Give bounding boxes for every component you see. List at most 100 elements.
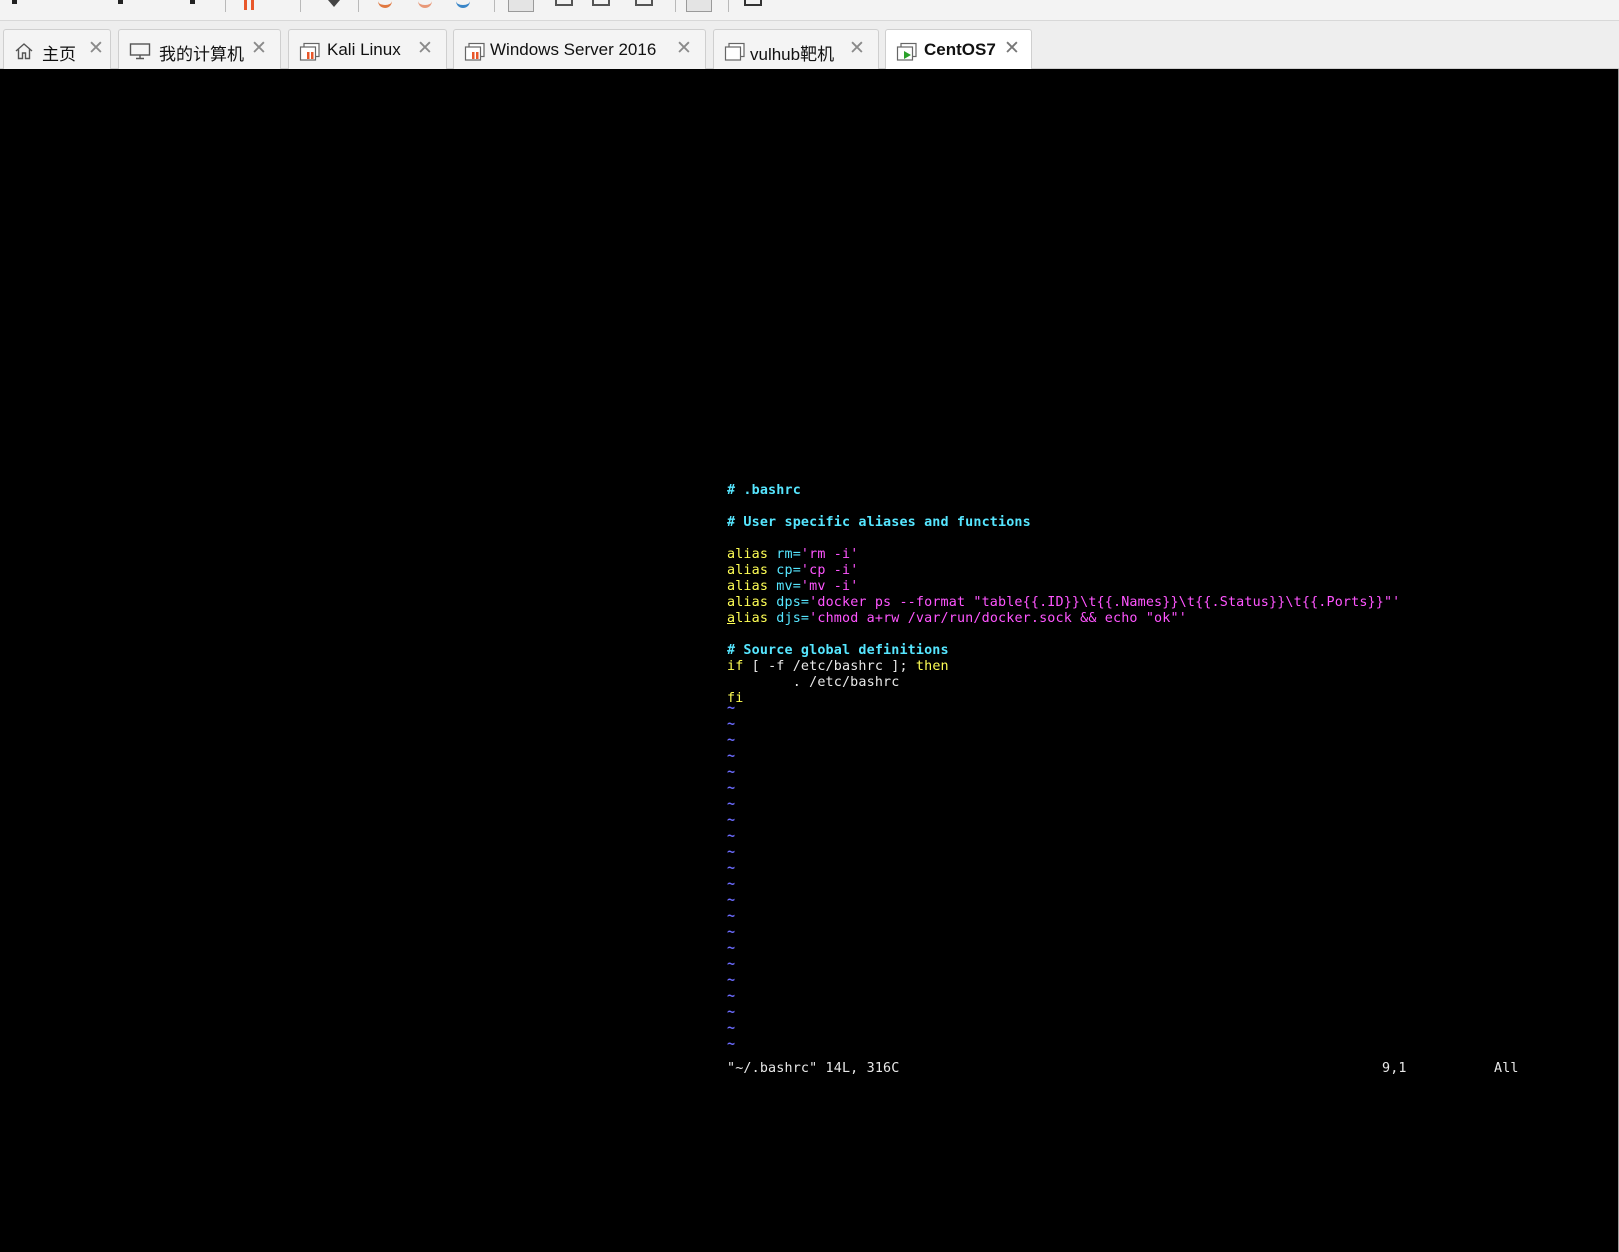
close-tab-icon[interactable]: ✕ [251, 39, 267, 58]
home-icon [14, 42, 34, 60]
tab-label: 主页 [42, 45, 76, 64]
menu-fragment-icon [190, 0, 195, 4]
keyword-text: alias [727, 595, 769, 610]
tab-vulhub[interactable]: vulhub靶机 ✕ [713, 29, 879, 69]
keyword-text: alias [727, 547, 769, 562]
toolbar-separator [300, 0, 301, 12]
comment-text: # Source global definitions [727, 643, 949, 658]
tilde-line: ~ [727, 1021, 736, 1036]
tab-label: Windows Server 2016 [490, 40, 657, 59]
plain-text: [ -f /etc/bashrc ]; [743, 659, 916, 674]
unity-icon[interactable] [635, 0, 653, 6]
snapshot-icon[interactable] [378, 0, 392, 8]
close-tab-icon[interactable]: ✕ [88, 39, 104, 58]
toolbar-separator [675, 0, 676, 12]
tab-label: Kali Linux [327, 40, 401, 59]
full-screen-icon[interactable] [592, 0, 610, 6]
pause-icon[interactable] [244, 0, 247, 10]
alias-value: 'chmod a+rw /var/run/docker.sock && echo… [809, 611, 1187, 626]
tab-label: vulhub靶机 [750, 45, 835, 64]
tilde-line: ~ [727, 733, 736, 748]
alias-name: dps= [776, 595, 810, 610]
cursor: a [727, 611, 736, 626]
tilde-line: ~ [727, 861, 736, 876]
send-keys-icon[interactable] [328, 0, 340, 7]
tilde-line: ~ [727, 941, 736, 956]
toolbar-separator [494, 0, 495, 12]
toolbar-separator [728, 0, 729, 12]
computer-icon [129, 42, 151, 60]
library-view-icon[interactable] [508, 0, 534, 12]
tilde-line: ~ [727, 749, 736, 764]
alias-value: 'cp -i' [800, 563, 859, 578]
close-tab-icon[interactable]: ✕ [1004, 39, 1020, 58]
terminal-line: if [ -f /etc/bashrc ]; then [727, 659, 949, 675]
tilde-line: ~ [727, 973, 736, 988]
keyword-text: lias [735, 611, 769, 626]
snapshot-manager-icon[interactable] [456, 0, 470, 8]
tab-my-computer[interactable]: 我的计算机 ✕ [118, 29, 281, 69]
tilde-line: ~ [727, 989, 736, 1004]
tab-label: CentOS7 [924, 40, 996, 59]
tilde-line: ~ [727, 909, 736, 924]
alias-value: 'rm -i' [800, 547, 859, 562]
tilde-line: ~ [727, 893, 736, 908]
terminal-line: . /etc/bashrc [727, 675, 900, 691]
revert-snapshot-icon[interactable] [418, 0, 432, 8]
tilde-line: ~ [727, 957, 736, 972]
alias-name: djs= [776, 611, 810, 626]
tilde-line: ~ [727, 781, 736, 796]
menu-fragment-icon [12, 0, 17, 4]
keyword-text: then [915, 659, 949, 674]
tilde-line: ~ [727, 829, 736, 844]
status-scroll: All [1494, 1061, 1519, 1077]
tilde-line: ~ [727, 701, 736, 716]
terminal-line: alias dps='docker ps --format "table{{.I… [727, 595, 1400, 611]
alias-name: rm= [776, 547, 801, 562]
tab-home[interactable]: 主页 ✕ [3, 29, 111, 69]
tab-label: 我的计算机 [159, 45, 244, 64]
status-position: 9,1 [1382, 1061, 1407, 1076]
vm-icon [724, 42, 745, 61]
tilde-line: ~ [727, 925, 736, 940]
comment-text: # .bashrc [727, 483, 801, 498]
terminal-line: # Source global definitions [727, 643, 949, 659]
vm-console[interactable]: # .bashrc # User specific aliases and fu… [0, 69, 1619, 1252]
stretch-guest-icon[interactable] [744, 0, 762, 6]
tilde-line: ~ [727, 877, 736, 892]
tilde-line: ~ [727, 765, 736, 780]
comment-text: # User specific aliases and functions [727, 515, 1031, 530]
alias-name: mv= [776, 579, 801, 594]
plain-text: . /etc/bashrc [727, 675, 900, 690]
close-tab-icon[interactable]: ✕ [676, 39, 692, 58]
status-file-info: "~/.bashrc" 14L, 316C [727, 1061, 900, 1076]
toolbar [0, 0, 1619, 21]
alias-name: cp= [776, 563, 801, 578]
status-line: "~/.bashrc" 14L, 316C [727, 1061, 899, 1077]
terminal-line: alias mv='mv -i' [727, 579, 858, 595]
vm-running-icon [896, 42, 917, 61]
tilde-line: ~ [727, 717, 736, 732]
alias-value: 'docker ps --format "table{{.ID}}\t{{.Na… [809, 595, 1401, 610]
tilde-line: ~ [727, 1037, 736, 1052]
status-all: All [1494, 1061, 1519, 1076]
tilde-line: ~ [727, 845, 736, 860]
vm-icon [299, 42, 320, 61]
keyword-text: alias [727, 563, 769, 578]
tab-kali-linux[interactable]: Kali Linux ✕ [288, 29, 447, 69]
console-view-icon[interactable] [686, 0, 712, 12]
terminal-line: alias djs='chmod a+rw /var/run/docker.so… [727, 611, 1187, 627]
tilde-line: ~ [727, 797, 736, 812]
terminal-line: alias cp='cp -i' [727, 563, 858, 579]
tab-windows-server-2016[interactable]: Windows Server 2016 ✕ [453, 29, 706, 69]
close-tab-icon[interactable]: ✕ [417, 39, 433, 58]
tab-centos7[interactable]: CentOS7 ✕ [885, 29, 1032, 70]
close-tab-icon[interactable]: ✕ [849, 39, 865, 58]
keyword-text: if [727, 659, 744, 674]
status-cursor-pos: 9,1 [1382, 1061, 1407, 1077]
tilde-line: ~ [727, 813, 736, 828]
tab-strip: 主页 ✕ 我的计算机 ✕ Kali Linux ✕ Windows Server… [0, 21, 1619, 70]
thumbnail-view-icon[interactable] [555, 0, 573, 6]
menu-fragment-icon [118, 0, 123, 4]
alias-value: 'mv -i' [800, 579, 859, 594]
